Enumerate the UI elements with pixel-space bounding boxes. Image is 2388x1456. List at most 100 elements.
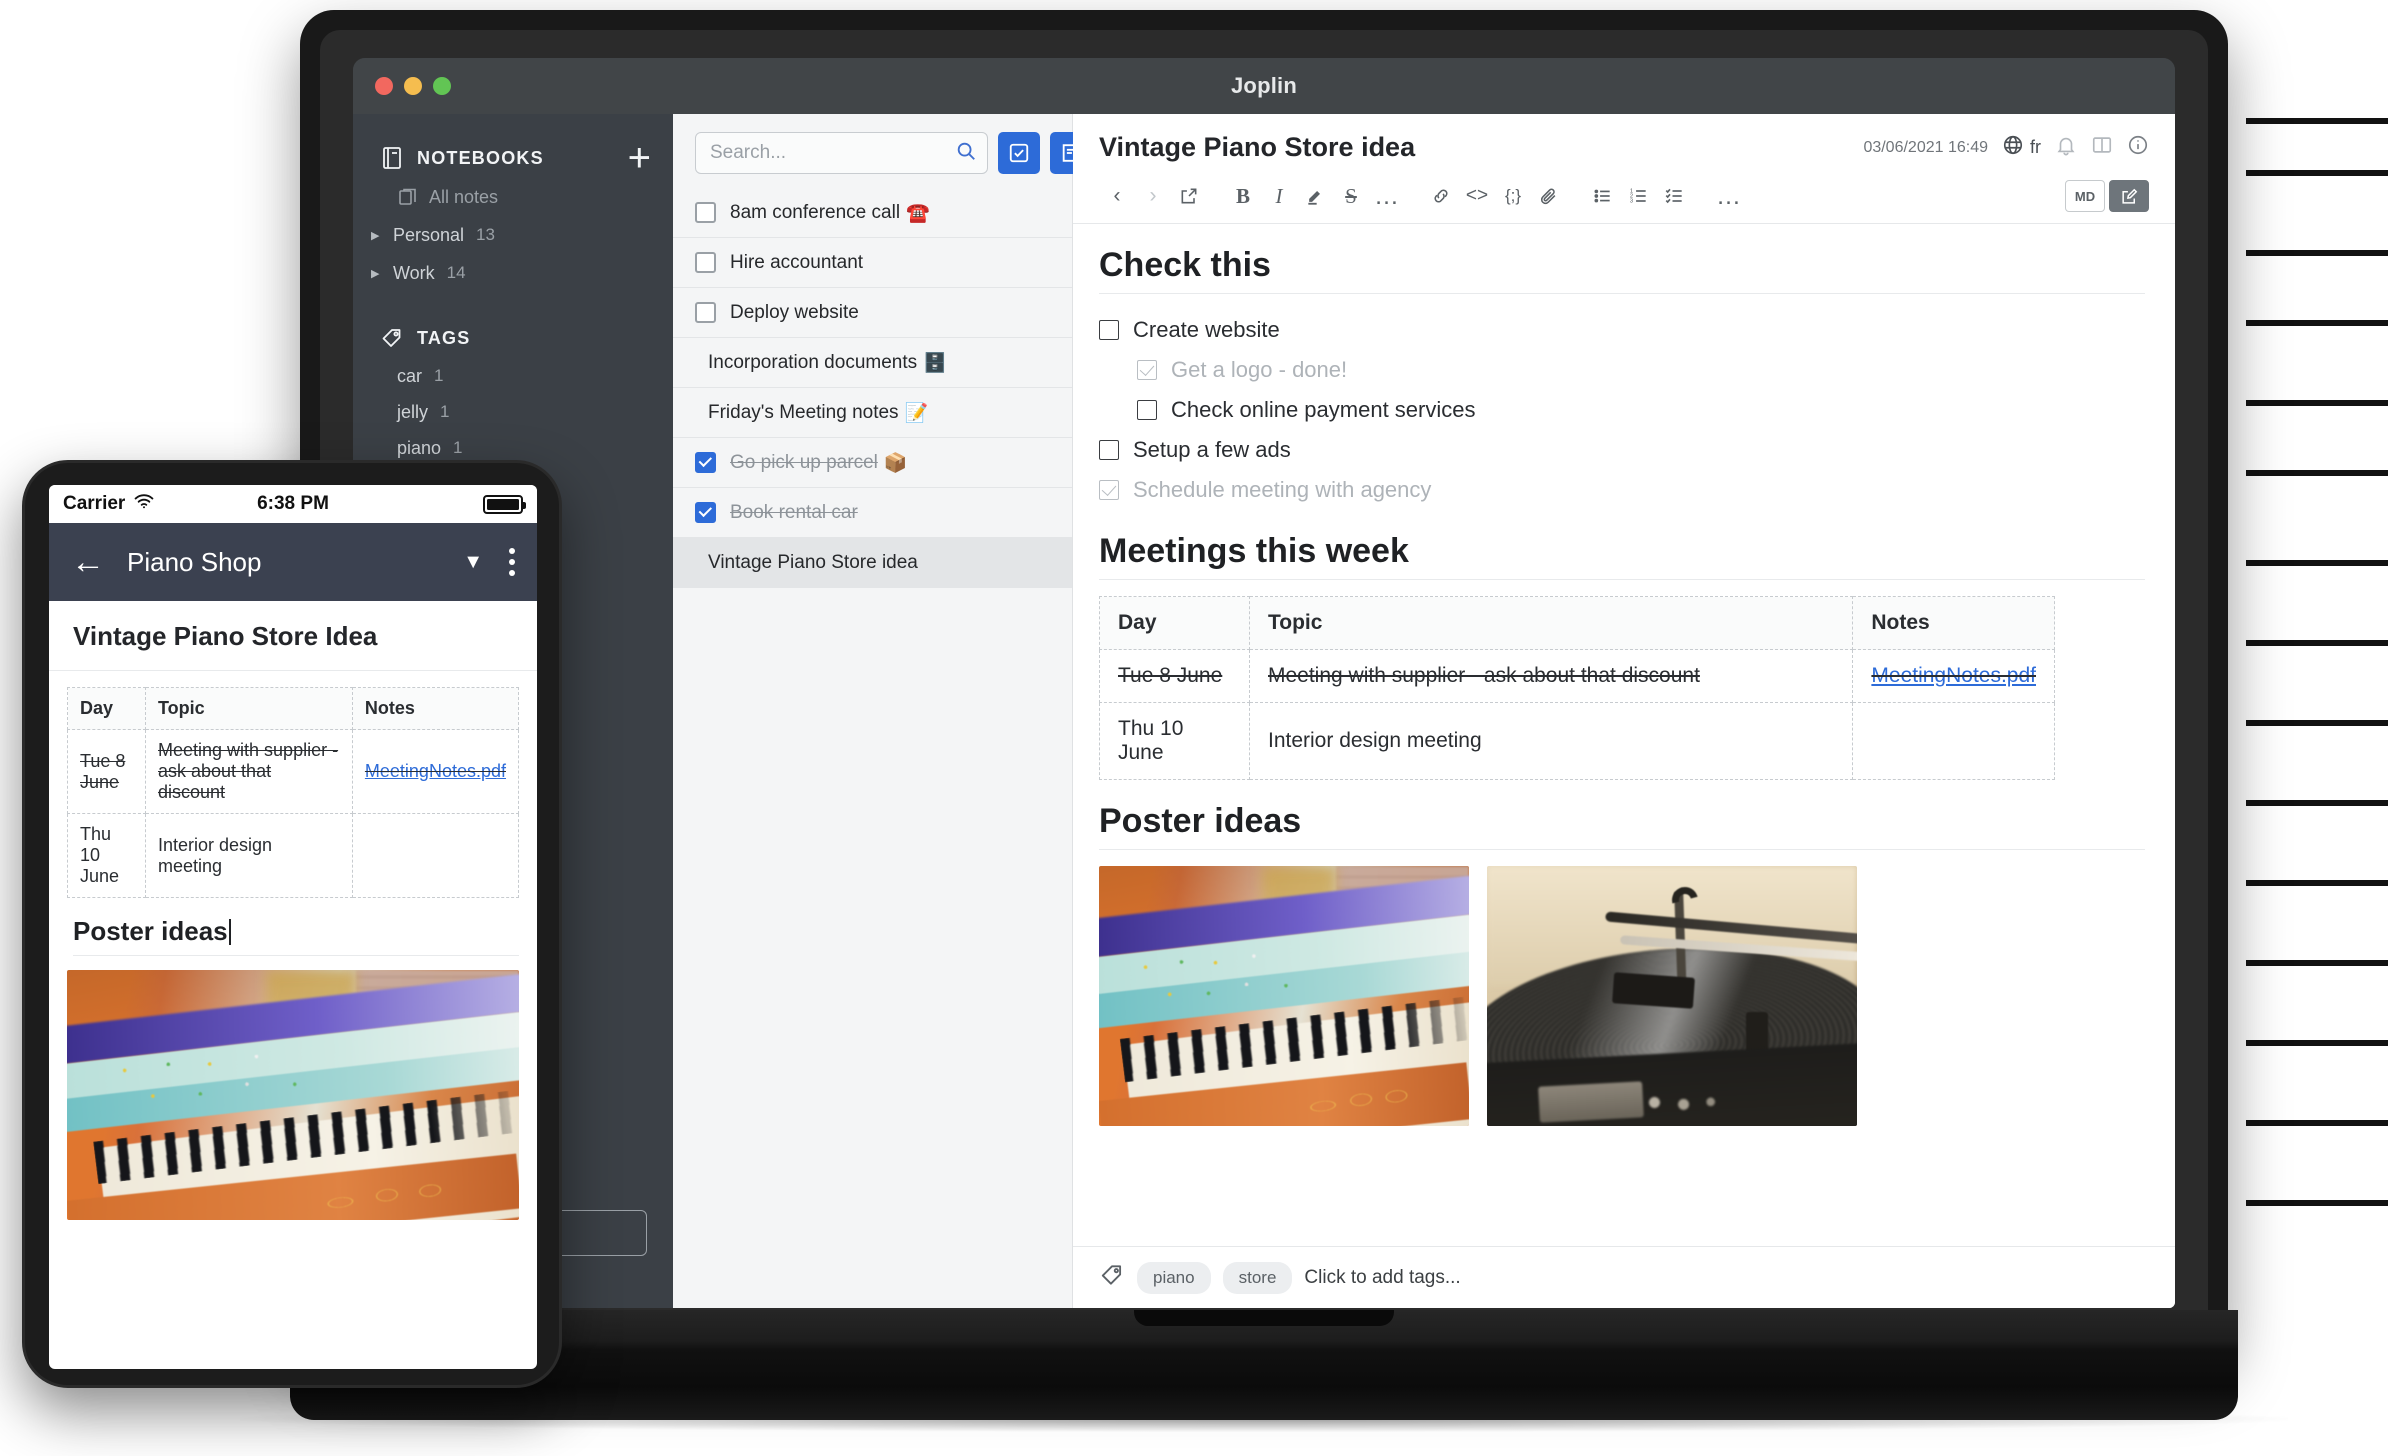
- bg-strip: [2246, 170, 2388, 176]
- sidebar-tag-car[interactable]: car 1: [353, 358, 673, 394]
- checkbox[interactable]: [1099, 440, 1119, 460]
- note-list-item[interactable]: Incorporation documents 🗄️: [673, 338, 1072, 388]
- checklist-item[interactable]: Check online payment services: [1099, 390, 2145, 430]
- code-block-button[interactable]: {;}: [1495, 179, 1531, 213]
- checklist-item[interactable]: Schedule meeting with agency: [1099, 470, 2145, 510]
- strikethrough-button[interactable]: S: [1333, 179, 1369, 213]
- highlighter-icon[interactable]: [1297, 179, 1333, 213]
- note-list-item[interactable]: Hire accountant: [673, 238, 1072, 288]
- add-tags-button[interactable]: Click to add tags...: [1304, 1267, 1460, 1289]
- tag-label: car: [397, 366, 422, 387]
- turntable-photo[interactable]: [1487, 866, 1857, 1126]
- note-list-item[interactable]: Go pick up parcel 📦: [673, 438, 1072, 488]
- alarm-bell-icon[interactable]: [2055, 134, 2077, 161]
- bg-strip: [2246, 1040, 2388, 1046]
- column-header-day: Day: [68, 688, 146, 730]
- phone-note-content[interactable]: Day Topic Notes Tue 8 June Meeting with …: [49, 671, 537, 1369]
- note-list-item-selected[interactable]: Vintage Piano Store idea: [673, 538, 1072, 588]
- todo-checkbox[interactable]: [695, 502, 716, 523]
- note-tag-piano[interactable]: piano: [1137, 1262, 1211, 1294]
- note-list-item[interactable]: Deploy website: [673, 288, 1072, 338]
- bullet-list-icon[interactable]: [1585, 179, 1621, 213]
- column-header-topic: Topic: [146, 688, 353, 730]
- sidebar-item-personal[interactable]: ▶ Personal 13: [353, 216, 673, 254]
- window-titlebar: Joplin: [353, 58, 2175, 114]
- numbered-list-icon[interactable]: 1 2 3: [1621, 179, 1657, 213]
- paperclip-icon[interactable]: [1531, 179, 1567, 213]
- todo-checkbox[interactable]: [695, 252, 716, 273]
- new-todo-button[interactable]: [998, 132, 1040, 174]
- back-arrow-icon[interactable]: ←: [71, 545, 105, 579]
- todo-checkbox[interactable]: [695, 452, 716, 473]
- tag-label: jelly: [397, 402, 428, 423]
- phone-emoji-icon: ☎️: [906, 201, 930, 225]
- tag-icon: [1099, 1262, 1125, 1293]
- tag-count: 1: [440, 402, 449, 422]
- bold-button[interactable]: B: [1225, 179, 1261, 213]
- piano-photo[interactable]: [1099, 866, 1469, 1126]
- back-button[interactable]: ‹: [1099, 179, 1135, 213]
- cell-day: Tue 8 June: [68, 730, 146, 814]
- info-icon[interactable]: [2127, 134, 2149, 161]
- checkbox-checked[interactable]: [1137, 360, 1157, 380]
- meeting-notes-link[interactable]: MeetingNotes.pdf: [365, 761, 506, 781]
- search-input[interactable]: [710, 142, 955, 164]
- toggle-layout-icon[interactable]: [2091, 134, 2113, 161]
- bg-strip: [2246, 320, 2388, 326]
- tag-icon: [379, 325, 405, 351]
- rich-editor-toggle-button[interactable]: [2109, 180, 2149, 212]
- note-list: 8am conference call ☎️ Hire accountant D…: [673, 188, 1072, 1308]
- table-header-row: Day Topic Notes: [1100, 597, 2055, 650]
- checklist-item[interactable]: Create website: [1099, 310, 2145, 350]
- forward-button[interactable]: ›: [1135, 179, 1171, 213]
- note-editor-panel: Vintage Piano Store idea 03/06/2021 16:4…: [1073, 114, 2175, 1308]
- tag-label: piano: [397, 438, 441, 459]
- meetings-table: Day Topic Notes Tue 8 June Meeting with …: [1099, 596, 2055, 780]
- note-content[interactable]: Check this Create website Get a logo - d…: [1073, 224, 2175, 1308]
- table-row: Tue 8 June Meeting with supplier - ask a…: [1100, 650, 2055, 703]
- add-notebook-button[interactable]: +: [628, 144, 651, 172]
- inline-code-button[interactable]: <>: [1459, 179, 1495, 213]
- sidebar-tag-jelly[interactable]: jelly 1: [353, 394, 673, 430]
- note-tag-store[interactable]: store: [1223, 1262, 1293, 1294]
- note-list-toolbar: [673, 114, 1072, 188]
- external-link-icon[interactable]: [1171, 179, 1207, 213]
- editor-note-title[interactable]: Vintage Piano Store idea: [1099, 132, 1863, 163]
- checklist-item[interactable]: Setup a few ads: [1099, 430, 2145, 470]
- more-format-button[interactable]: …: [1369, 179, 1405, 213]
- checklist-item[interactable]: Get a logo - done!: [1099, 350, 2145, 390]
- phone-heading-poster-ideas: Poster ideas: [73, 916, 519, 956]
- globe-icon[interactable]: [2002, 134, 2024, 161]
- heading-poster-ideas: Poster ideas: [1099, 802, 2145, 850]
- search-icon[interactable]: [955, 140, 977, 167]
- checkbox[interactable]: [1099, 320, 1119, 340]
- heading-meetings-this-week: Meetings this week: [1099, 532, 2145, 580]
- note-list-item[interactable]: Book rental car: [673, 488, 1072, 538]
- checkbox[interactable]: [1137, 400, 1157, 420]
- more-button[interactable]: …: [1711, 179, 1747, 213]
- notebooks-label: NOTEBOOKS: [417, 148, 544, 169]
- todo-checkbox[interactable]: [695, 202, 716, 223]
- meeting-notes-link[interactable]: MeetingNotes.pdf: [1871, 664, 2036, 687]
- chevron-right-icon[interactable]: ▶: [371, 229, 387, 242]
- checkbox-list-icon[interactable]: [1657, 179, 1693, 213]
- link-icon[interactable]: [1423, 179, 1459, 213]
- phone-piano-photo[interactable]: [67, 970, 519, 1220]
- chevron-right-icon[interactable]: ▶: [371, 267, 387, 280]
- checkbox-checked[interactable]: [1099, 480, 1119, 500]
- note-list-item[interactable]: 8am conference call ☎️: [673, 188, 1072, 238]
- search-box[interactable]: [695, 132, 988, 174]
- screenshot-root: Joplin NO: [0, 0, 2388, 1456]
- overflow-menu-icon[interactable]: [509, 548, 515, 576]
- markdown-toggle-button[interactable]: MD: [2065, 180, 2105, 212]
- sidebar-item-all-notes[interactable]: All notes: [353, 178, 673, 216]
- column-header-notes: Notes: [352, 688, 518, 730]
- sidebar-item-work[interactable]: ▶ Work 14: [353, 254, 673, 292]
- checklist-label: Setup a few ads: [1133, 437, 1291, 463]
- todo-checkbox[interactable]: [695, 302, 716, 323]
- window-body: NOTEBOOKS + All notes: [353, 114, 2175, 1308]
- italic-button[interactable]: I: [1261, 179, 1297, 213]
- sidebar-spacer: [353, 292, 673, 318]
- chevron-down-icon[interactable]: ▼: [463, 551, 483, 574]
- note-list-item[interactable]: Friday's Meeting notes 📝: [673, 388, 1072, 438]
